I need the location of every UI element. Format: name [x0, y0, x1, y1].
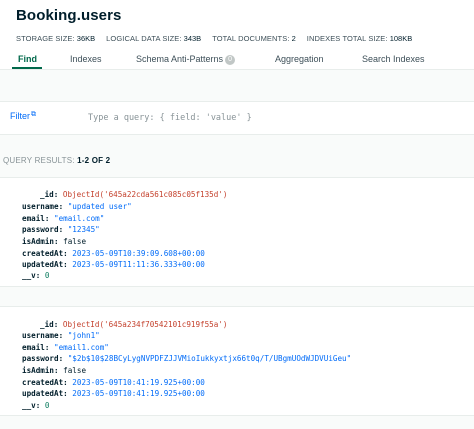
field-row: createdAt: 2023-05-09T10:41:19.925+00:00: [22, 377, 205, 388]
tab-find[interactable]: Find: [18, 54, 37, 64]
stat-key: Logical data size:: [106, 34, 182, 43]
field-value: 2023-05-09T10:41:19.925+00:00: [72, 389, 205, 398]
field-key: password:: [22, 354, 64, 363]
field-key: createdAt:: [22, 249, 68, 258]
filter-link[interactable]: Filter⧉: [10, 111, 36, 121]
field-row: password: "$2b$10$28BCyLygNVPDFZJJVMioIu…: [22, 353, 351, 364]
field-value: "$2b$10$28BCyLygNVPDFZJJVMioIukkyxtjx66t…: [67, 354, 352, 363]
stat-indexes-total-size: Indexes total size: 108KB: [307, 34, 412, 46]
field-row: username: "updated user": [22, 201, 132, 212]
tab-count-badge: 0: [225, 55, 236, 65]
field-key: updatedAt:: [22, 260, 68, 269]
stat-key: Total documents:: [212, 34, 290, 43]
field-row: isAdmin: false: [22, 236, 86, 247]
field-key: password:: [22, 225, 64, 234]
field-value: "john1": [67, 331, 100, 340]
field-key: __v:: [22, 271, 41, 280]
field-value: "12345": [67, 225, 100, 234]
stat-key: Indexes total size:: [306, 34, 388, 43]
field-row: createdAt: 2023-05-09T10:39:09.608+00:00: [22, 248, 205, 259]
stat-storage-size: Storage size: 36KB: [16, 34, 95, 46]
tab-search-indexes[interactable]: Search Indexes: [362, 54, 425, 64]
field-key: _id:: [40, 190, 59, 199]
field-row: isAdmin: false: [22, 365, 86, 376]
query-input[interactable]: [88, 110, 458, 126]
results-label-text: QUERY RESULTS:: [3, 156, 75, 165]
field-key: createdAt:: [22, 378, 68, 387]
stat-value: 108KB: [389, 34, 413, 43]
field-value: false: [63, 366, 87, 375]
field-key: email:: [22, 343, 50, 352]
field-row: password: "12345": [22, 224, 100, 235]
field-row: email: "email1.com": [22, 342, 109, 353]
external-link-icon: ⧉: [31, 111, 36, 118]
field-key: __v:: [22, 401, 41, 410]
field-key: username:: [22, 331, 64, 340]
field-row: username: "john1": [22, 330, 100, 341]
tab-schema-anti-patterns[interactable]: Schema Anti-Patterns 0: [136, 54, 236, 65]
field-key: username:: [22, 202, 64, 211]
field-value: "updated user": [67, 202, 132, 211]
field-row: updatedAt: 2023-05-09T11:11:36.333+00:00: [22, 259, 205, 270]
field-key: _id:: [40, 320, 59, 329]
field-key: updatedAt:: [22, 389, 68, 398]
field-value: 2023-05-09T11:11:36.333+00:00: [72, 260, 205, 269]
collection-title: Booking.users: [16, 7, 122, 24]
results-count: 1-2 OF 2: [77, 156, 111, 165]
field-value: ObjectId('645a22cda561c085c05f135d'): [62, 190, 228, 199]
tab-aggregation[interactable]: Aggregation: [275, 54, 324, 64]
field-value: 0: [44, 401, 50, 410]
stat-value: 2: [291, 34, 296, 43]
field-value: "email.com": [54, 214, 105, 223]
field-row: updatedAt: 2023-05-09T10:41:19.925+00:00: [22, 388, 205, 399]
field-key: isAdmin:: [22, 366, 59, 375]
field-row: _id: ObjectId('645a234f70542101c919f55a'…: [40, 319, 227, 330]
stat-value: 343B: [183, 34, 202, 43]
field-value: 2023-05-09T10:41:19.925+00:00: [72, 378, 205, 387]
field-row: email: "email.com": [22, 213, 104, 224]
stat-value: 36KB: [76, 34, 96, 43]
field-key: email:: [22, 214, 50, 223]
field-value: 0: [44, 271, 50, 280]
field-value: ObjectId('645a234f70542101c919f55a'): [62, 320, 228, 329]
filter-label: Filter: [10, 111, 30, 121]
tab-indexes[interactable]: Indexes: [70, 54, 102, 64]
field-value: false: [63, 237, 87, 246]
field-row: __v: 0: [22, 400, 49, 411]
field-row: _id: ObjectId('645a22cda561c085c05f135d'…: [40, 189, 227, 200]
field-value: "email1.com": [54, 343, 109, 352]
field-value: 2023-05-09T10:39:09.608+00:00: [72, 249, 205, 258]
query-results-label: QUERY RESULTS: 1-2 OF 2: [3, 156, 110, 165]
collection-tabs: Find Indexes Schema Anti-Patterns 0 Aggre…: [0, 52, 474, 70]
field-key: isAdmin:: [22, 237, 59, 246]
field-row: __v: 0: [22, 270, 49, 281]
collection-stats: Storage size: 36KB Logical data size: 34…: [16, 34, 423, 46]
stat-key: Storage size:: [16, 34, 75, 43]
tab-label: Schema Anti-Patterns: [136, 54, 224, 64]
stat-total-documents: Total documents: 2: [212, 34, 296, 46]
stat-logical-data-size: Logical data size: 343B: [106, 34, 201, 46]
